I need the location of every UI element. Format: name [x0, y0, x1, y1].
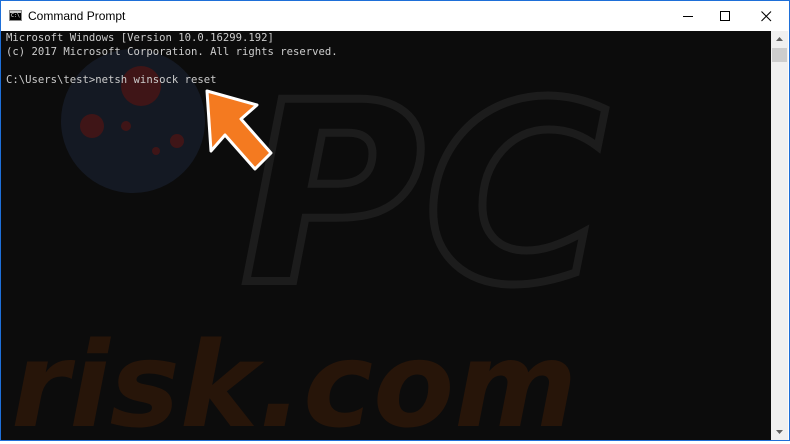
arrow-pointer-icon — [205, 89, 273, 171]
console-line: Microsoft Windows [Version 10.0.16299.19… — [6, 32, 274, 44]
scroll-down-button[interactable] — [771, 423, 788, 440]
cmd-icon[interactable]: C:\ — [9, 10, 22, 21]
watermark-logo: PC risk.com — [11, 45, 612, 440]
maximize-button[interactable] — [702, 1, 748, 31]
watermark-globe-dot — [170, 134, 184, 148]
scroll-thumb[interactable] — [772, 48, 787, 62]
watermark-brand-text: risk.com — [11, 316, 577, 440]
maximize-icon — [720, 11, 730, 21]
watermark-globe-dot — [80, 114, 104, 138]
watermark-globe-dot — [152, 147, 160, 155]
watermark-pc-text: PC — [241, 49, 608, 340]
command-line[interactable]: C:\Users\test>netsh winsock reset — [6, 73, 338, 87]
scroll-up-button[interactable] — [771, 31, 788, 48]
vertical-scrollbar[interactable] — [771, 31, 788, 440]
minimize-icon — [683, 16, 693, 17]
console-area[interactable]: PC risk.com Microsoft Windows [Version 1… — [1, 31, 771, 440]
title-bar[interactable]: C:\ Command Prompt — [1, 1, 789, 31]
command-prompt-window: C:\ Command Prompt PC risk.com Microsoft… — [0, 0, 790, 441]
window-title: Command Prompt — [28, 9, 126, 23]
console-output: Microsoft Windows [Version 10.0.16299.19… — [6, 31, 338, 87]
close-button[interactable] — [743, 1, 789, 31]
watermark-globe-dot — [121, 121, 131, 131]
close-icon — [761, 11, 772, 22]
console-line: (c) 2017 Microsoft Corporation. All righ… — [6, 46, 338, 58]
chevron-up-icon — [776, 37, 783, 41]
chevron-down-icon — [776, 430, 783, 434]
cmd-icon-prompt: C:\ — [11, 13, 21, 19]
